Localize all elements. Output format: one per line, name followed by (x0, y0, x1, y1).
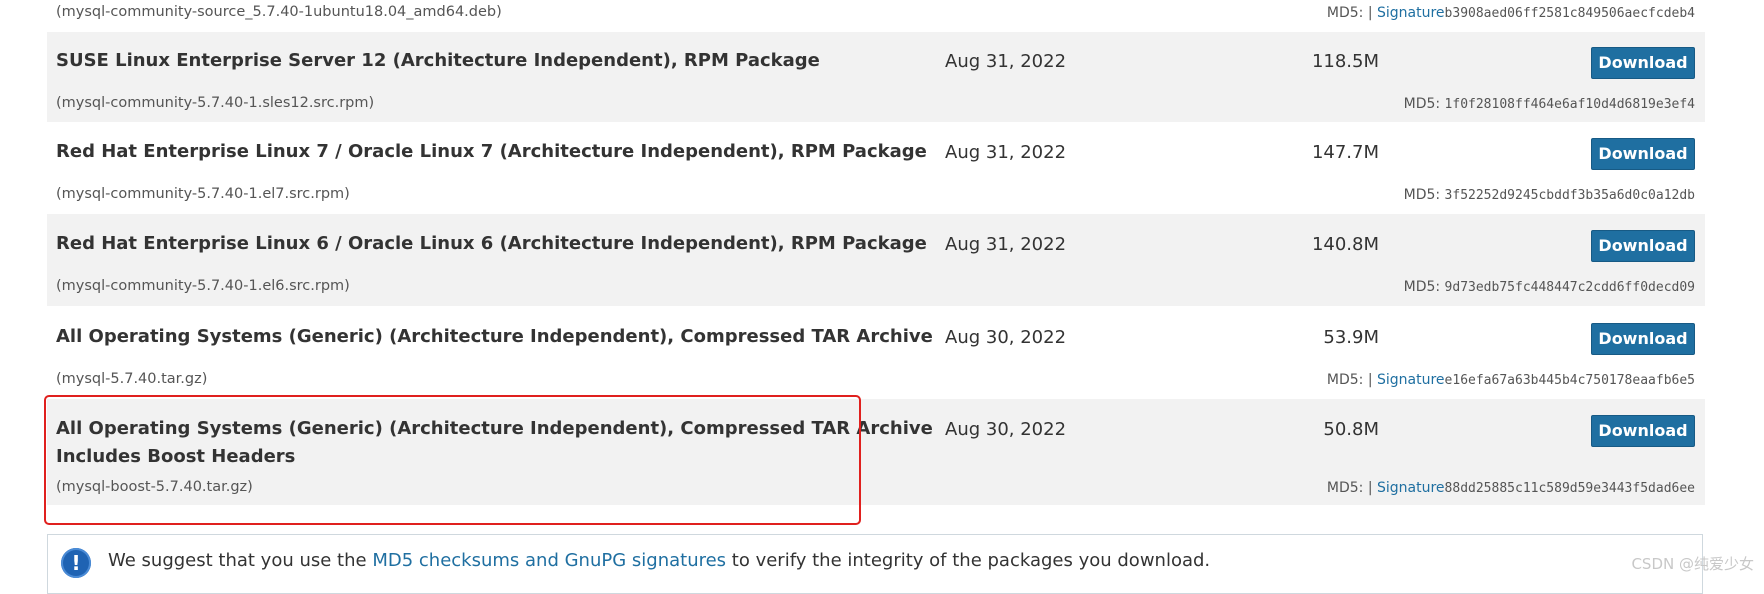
md5-label: MD5: (1403, 96, 1441, 112)
package-size: 140.8M (1311, 234, 1379, 255)
md5-label: MD5: | (1326, 480, 1373, 496)
package-row-suse: SUSE Linux Enterprise Server 12 (Archite… (47, 32, 1705, 122)
md5-label: MD5: | (1326, 5, 1373, 21)
package-size: 118.5M (1311, 51, 1379, 72)
md5-hash: b3908aed06ff2581c849506aecfcdeb4 (1444, 6, 1695, 21)
package-title: Red Hat Enterprise Linux 6 / Oracle Linu… (56, 233, 927, 254)
package-filename: (mysql-community-source_5.7.40-1ubuntu18… (56, 4, 502, 20)
package-size: 53.9M (1323, 327, 1379, 348)
package-row-rhel7: Red Hat Enterprise Linux 7 / Oracle Linu… (47, 122, 1705, 214)
md5-hash: e16efa67a63b445b4c750178eaafb6e5 (1444, 373, 1695, 388)
integrity-notice: ! We suggest that you use the MD5 checks… (47, 534, 1703, 594)
watermark: CSDN @纯爱少女 (1631, 555, 1754, 573)
md5-info: MD5: 1f0f28108ff464e6af10d4d6819e3ef4 (1404, 96, 1695, 112)
md5-info: MD5: | Signaturee16efa67a63b445b4c750178… (1327, 372, 1695, 388)
notice-prefix: We suggest that you use the (108, 550, 373, 571)
download-button[interactable]: Download (1591, 230, 1695, 262)
md5-hash: 88dd25885c11c589d59e3443f5dad6ee (1444, 481, 1695, 496)
download-button[interactable]: Download (1591, 138, 1695, 170)
package-size: 50.8M (1323, 419, 1379, 440)
package-filename: (mysql-community-5.7.40-1.sles12.src.rpm… (56, 95, 375, 111)
download-button[interactable]: Download (1591, 323, 1695, 355)
package-filename: (mysql-community-5.7.40-1.el7.src.rpm) (56, 186, 350, 202)
md5-label: MD5: | (1326, 372, 1373, 388)
package-date: Aug 31, 2022 (945, 234, 1067, 255)
package-date: Aug 31, 2022 (945, 142, 1067, 163)
package-title: All Operating Systems (Generic) (Archite… (56, 326, 933, 347)
package-row-partial: (mysql-community-source_5.7.40-1ubuntu18… (47, 0, 1705, 32)
package-filename: (mysql-community-5.7.40-1.el6.src.rpm) (56, 278, 350, 294)
highlight-box (44, 395, 861, 525)
md5-info: MD5: 9d73edb75fc448447c2cdd6ff0decd09 (1404, 279, 1695, 295)
package-title: Red Hat Enterprise Linux 7 / Oracle Linu… (56, 141, 927, 162)
download-button[interactable]: Download (1591, 47, 1695, 79)
signature-link[interactable]: Signature (1377, 5, 1445, 21)
md5-label: MD5: (1403, 187, 1441, 203)
package-size: 147.7M (1311, 142, 1379, 163)
info-icon: ! (61, 548, 91, 578)
notice-text: We suggest that you use the MD5 checksum… (108, 550, 1210, 571)
md5-hash: 1f0f28108ff464e6af10d4d6819e3ef4 (1444, 97, 1695, 112)
package-date: Aug 30, 2022 (945, 419, 1067, 440)
package-row-rhel6: Red Hat Enterprise Linux 6 / Oracle Linu… (47, 214, 1705, 306)
signature-link[interactable]: Signature (1377, 480, 1445, 496)
download-button[interactable]: Download (1591, 415, 1695, 447)
checksums-link[interactable]: MD5 checksums and GnuPG signatures (372, 550, 726, 571)
md5-hash: 9d73edb75fc448447c2cdd6ff0decd09 (1444, 280, 1695, 295)
package-date: Aug 31, 2022 (945, 51, 1067, 72)
md5-label: MD5: (1403, 279, 1441, 295)
md5-info: MD5: | Signatureb3908aed06ff2581c849506a… (1327, 5, 1695, 21)
package-date: Aug 30, 2022 (945, 327, 1067, 348)
notice-suffix: to verify the integrity of the packages … (726, 550, 1211, 571)
package-filename: (mysql-5.7.40.tar.gz) (56, 371, 208, 387)
md5-info: MD5: | Signature88dd25885c11c589d59e3443… (1327, 480, 1695, 496)
package-row-generic-tar: All Operating Systems (Generic) (Archite… (47, 306, 1705, 399)
package-title: SUSE Linux Enterprise Server 12 (Archite… (56, 50, 820, 71)
md5-info: MD5: 3f52252d9245cbddf3b35a6d0c0a12db (1404, 187, 1695, 203)
md5-hash: 3f52252d9245cbddf3b35a6d0c0a12db (1444, 188, 1695, 203)
signature-link[interactable]: Signature (1377, 372, 1445, 388)
